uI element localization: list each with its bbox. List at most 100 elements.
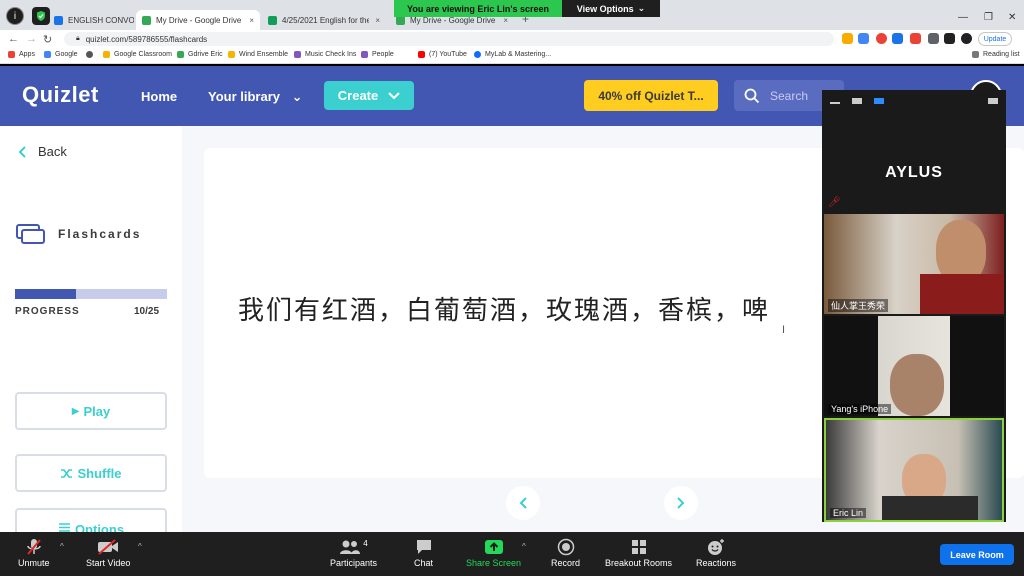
chevron-down-icon — [388, 91, 400, 99]
video-tile-participant-2[interactable]: Yang's iPhone — [824, 316, 1004, 416]
bookmark-blank[interactable] — [86, 51, 97, 58]
bookmark-apps[interactable]: Apps — [8, 51, 35, 58]
breakout-rooms-button[interactable]: Breakout Rooms — [605, 536, 672, 568]
extension-icon[interactable] — [858, 33, 869, 44]
chevron-left-icon — [519, 497, 527, 509]
study-sidebar: Back Flashcards PROGRESS 10/25 ▶ Play Sh… — [0, 126, 182, 548]
share-screen-button[interactable]: Share Screen — [466, 536, 521, 568]
chevron-left-icon — [18, 145, 26, 158]
back-arrow-icon[interactable]: ← — [8, 33, 19, 45]
progress-bar-fill — [15, 289, 76, 299]
back-button[interactable]: Back — [18, 144, 67, 159]
reading-list[interactable]: Reading list — [972, 51, 1020, 58]
record-button[interactable]: Record — [551, 536, 580, 568]
puzzle-icon[interactable] — [928, 33, 939, 44]
chat-button[interactable]: Chat — [414, 536, 433, 568]
bookmark-gdrive-eric[interactable]: Gdrive Eric — [177, 51, 223, 58]
zoom-info-icon[interactable]: i — [6, 7, 24, 25]
hide-video-icon[interactable] — [852, 98, 862, 104]
video-tile-host[interactable]: AYLUS 🎤︎ — [824, 112, 1004, 212]
profile-avatar[interactable] — [961, 33, 972, 44]
minimize-gallery-icon[interactable] — [830, 102, 840, 104]
muted-mic-icon: 🎤︎ — [828, 197, 841, 208]
bookmark-google-classroom[interactable]: Google Classroom — [103, 51, 172, 58]
participant-name: Yang's iPhone — [828, 404, 892, 414]
minimize-icon[interactable]: — — [958, 12, 968, 23]
window-close-icon[interactable]: ✕ — [1008, 12, 1016, 23]
bookmark-youtube[interactable]: (7) YouTube — [418, 51, 467, 58]
next-card-button[interactable] — [664, 486, 698, 520]
bookmark-google[interactable]: Google — [44, 51, 78, 58]
extension-icon[interactable] — [876, 33, 887, 44]
gallery-layout-icon[interactable] — [874, 98, 884, 104]
zoom-toolbar: Unmute ^ Start Video ^ 4 Participants Ch… — [0, 532, 1024, 576]
unmute-button[interactable]: Unmute — [18, 536, 50, 568]
tab-favicon-icon — [54, 15, 63, 25]
create-button[interactable]: Create — [324, 81, 414, 110]
browser-tab-1[interactable]: ENGLISH CONVO 12 ... × — [48, 10, 134, 30]
previous-card-button[interactable] — [506, 486, 540, 520]
text-cursor-icon: I — [782, 324, 786, 336]
breakout-rooms-icon — [631, 536, 647, 558]
participants-button[interactable]: 4 Participants — [330, 536, 377, 569]
bookmark-music-check-ins[interactable]: Music Check Ins — [294, 51, 356, 58]
share-screen-icon — [484, 536, 504, 558]
extension-icon[interactable] — [842, 33, 853, 44]
nav-your-library[interactable]: Your library ⌄ — [208, 89, 303, 105]
form-icon — [294, 51, 301, 58]
browser-toolbar: ← → ↻ 🔒︎ quizlet.com/589786555/flashcard… — [0, 30, 1024, 48]
reload-icon[interactable]: ↻ — [43, 33, 52, 46]
participants-icon: 4 — [339, 536, 368, 558]
muted-mic-icon — [26, 536, 42, 558]
maximize-icon[interactable]: ❐ — [984, 12, 993, 23]
study-mode-label[interactable]: Flashcards — [16, 224, 141, 244]
progress-count: 10/25 — [134, 306, 160, 317]
gallery-toolbar — [822, 90, 1006, 112]
chevron-down-icon: ⌄ — [637, 3, 646, 13]
participant-video-body — [882, 496, 978, 520]
extension-icon[interactable] — [944, 33, 955, 44]
reactions-button[interactable]: Reactions — [696, 536, 736, 568]
browser-tab-3[interactable]: 4/25/2021 English for the Elderly × — [262, 10, 386, 30]
promo-button[interactable]: 40% off Quizlet T... — [584, 80, 718, 111]
leave-room-button[interactable]: Leave Room — [940, 544, 1014, 565]
screen: ENGLISH CONVO 12 ... × My Drive - Google… — [0, 0, 1024, 576]
chevron-up-icon[interactable]: ^ — [138, 542, 142, 551]
chat-icon — [415, 536, 433, 558]
chevron-up-icon[interactable]: ^ — [60, 542, 64, 551]
nav-home[interactable]: Home — [141, 89, 177, 104]
view-options-button[interactable]: View Options ⌄ — [562, 0, 660, 17]
address-bar[interactable]: 🔒︎ quizlet.com/589786555/flashcards — [64, 32, 834, 46]
browser-tab-2[interactable]: My Drive - Google Drive × — [136, 10, 260, 30]
play-button[interactable]: ▶ Play — [15, 392, 167, 430]
close-icon[interactable]: × — [249, 16, 254, 25]
video-tile-participant-3[interactable]: Eric Lin — [824, 418, 1004, 522]
extension-icon[interactable] — [910, 33, 921, 44]
update-button[interactable]: Update — [978, 32, 1012, 46]
flashcard-term: 我们有红酒，白葡萄酒，玫瑰酒，香槟，啤 — [238, 296, 771, 326]
quizlet-logo[interactable]: Quizlet — [22, 82, 99, 108]
shuffle-button[interactable]: Shuffle — [15, 454, 167, 492]
play-icon: ▶ — [71, 405, 80, 417]
record-icon — [557, 536, 575, 558]
forward-arrow-icon[interactable]: → — [26, 33, 37, 45]
person-icon — [361, 51, 368, 58]
swap-view-icon[interactable] — [988, 98, 998, 104]
progress-label: PROGRESS — [15, 306, 80, 317]
chevron-up-icon[interactable]: ^ — [522, 542, 526, 551]
google-sheets-icon — [268, 15, 277, 25]
extension-icon[interactable] — [892, 33, 903, 44]
participant-video-body — [920, 274, 1004, 314]
zoom-security-shield-icon[interactable] — [32, 7, 50, 25]
close-icon[interactable]: × — [375, 16, 380, 25]
bookmark-wind-ensemble[interactable]: Wind Ensemble — [228, 51, 288, 58]
pearson-icon — [474, 51, 481, 58]
chevron-down-icon: ⌄ — [291, 89, 303, 104]
video-tile-participant-1[interactable]: 仙人掌王秀荣 — [824, 214, 1004, 314]
screen-share-banner: You are viewing Eric Lin's screen — [394, 0, 562, 17]
video-off-icon — [97, 536, 119, 558]
bookmark-mylab[interactable]: MyLab & Mastering... — [474, 51, 551, 58]
google-drive-icon — [142, 15, 151, 25]
start-video-button[interactable]: Start Video — [86, 536, 130, 568]
bookmark-people[interactable]: People — [361, 51, 394, 58]
